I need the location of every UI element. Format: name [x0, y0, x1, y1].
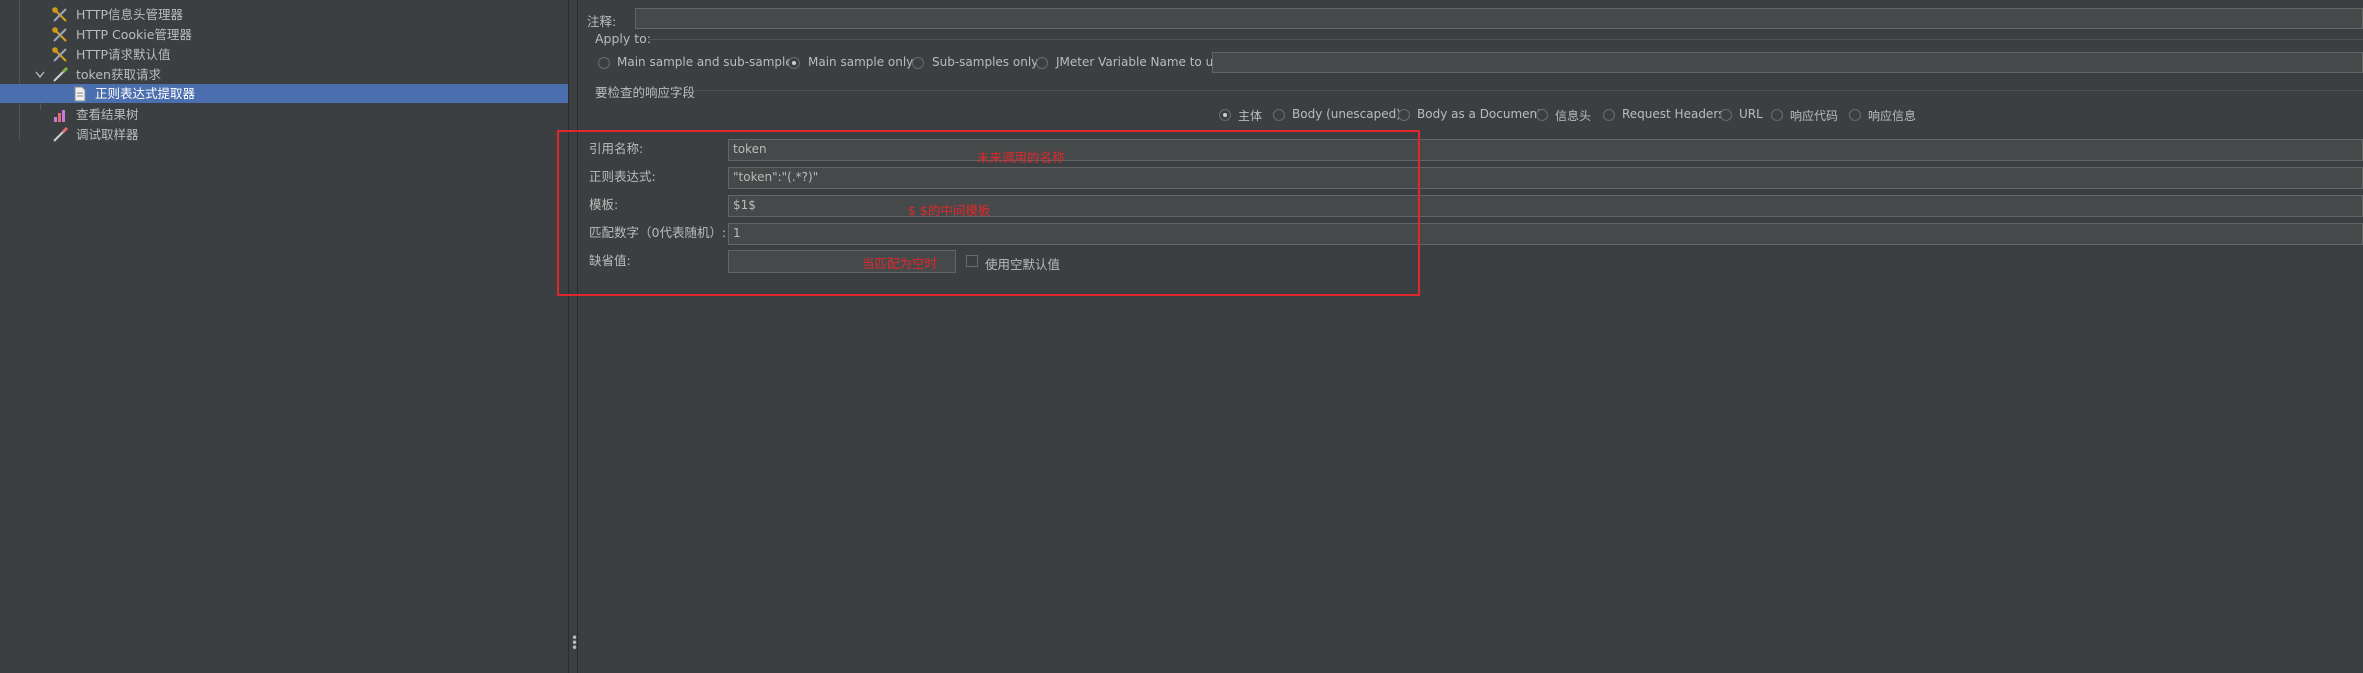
radio-main-and-sub[interactable] — [598, 57, 610, 69]
tree-item-label: token获取请求 — [76, 67, 161, 82]
radio-url-label: URL — [1739, 107, 1763, 121]
apply-to-title: Apply to: — [595, 31, 652, 46]
tree-item-label: HTTP信息头管理器 — [76, 7, 183, 22]
group-divider — [697, 90, 2363, 91]
radio-response-code-label: 响应代码 — [1790, 109, 1839, 123]
chart-icon — [54, 110, 65, 122]
comment-label: 注释: — [587, 14, 617, 29]
radio-url[interactable] — [1720, 109, 1732, 121]
group-divider — [648, 39, 2363, 40]
radio-response-message-label: 响应信息 — [1868, 109, 1917, 123]
template-annotation: $ $的中间模板 — [908, 203, 991, 218]
gear-icon — [34, 0, 50, 2]
tree-item-debug-sampler[interactable]: 调试取样器 — [0, 125, 568, 144]
radio-main-and-sub-label: Main sample and sub-samples — [617, 55, 799, 69]
radio-headers[interactable] — [1536, 109, 1548, 121]
radio-body-unescaped-label: Body (unescaped) — [1292, 107, 1401, 121]
radio-request-headers[interactable] — [1603, 109, 1615, 121]
chevron-down-icon[interactable] — [35, 71, 45, 79]
radio-response-code[interactable] — [1771, 109, 1783, 121]
radio-body-as-document[interactable] — [1398, 109, 1410, 121]
drag-handle-icon[interactable]: • • • — [571, 632, 578, 654]
radio-response-message[interactable] — [1849, 109, 1861, 121]
wrench-icon — [52, 47, 67, 62]
tree-item-label: HTTP Cookie管理器 — [76, 27, 192, 42]
radio-jmeter-variable[interactable] — [1036, 57, 1048, 69]
radio-main-only[interactable] — [788, 57, 800, 69]
tree-item-label: 调试取样器 — [76, 127, 139, 142]
pipette-icon — [53, 67, 68, 82]
tree-item-view-results-tree[interactable]: 查看结果树 — [0, 105, 568, 124]
pipette-icon — [53, 127, 68, 142]
radio-body[interactable] — [1219, 109, 1231, 121]
radio-body-as-document-label: Body as a Document — [1417, 107, 1542, 121]
tree-item-label: 正则表达式提取器 — [95, 86, 196, 101]
document-icon — [74, 86, 86, 102]
tree-item-token-request[interactable]: token获取请求 — [0, 65, 568, 84]
radio-request-headers-label: Request Headers — [1622, 107, 1725, 121]
radio-sub-only[interactable] — [912, 57, 924, 69]
tree-item-http-request-defaults[interactable]: HTTP请求默认值 — [0, 45, 568, 64]
tree-item-regex-extractor[interactable]: 正则表达式提取器 — [0, 84, 568, 103]
field-to-check-title: 要检查的响应字段 — [595, 85, 696, 100]
radio-body-unescaped[interactable] — [1273, 109, 1285, 121]
jmeter-variable-input[interactable] — [1212, 52, 2363, 73]
test-plan-tree: HTTP信息头管理器 HTTP Cookie管理器 HTTP请求默认值 toke… — [0, 0, 568, 673]
radio-jmeter-variable-label: JMeter Variable Name to use — [1056, 55, 1227, 69]
radio-body-label: 主体 — [1238, 109, 1263, 123]
panel-splitter[interactable]: • • • — [568, 0, 578, 673]
radio-main-only-label: Main sample only — [808, 55, 914, 69]
wrench-icon — [52, 7, 67, 22]
comment-input[interactable] — [635, 8, 2363, 29]
tree-item-label: HTTP请求默认值 — [76, 47, 171, 62]
radio-headers-label: 信息头 — [1555, 109, 1592, 123]
tree-item-http-header-manager[interactable]: HTTP信息头管理器 — [0, 5, 568, 24]
radio-sub-only-label: Sub-samples only — [932, 55, 1039, 69]
wrench-icon — [52, 27, 67, 42]
ref-name-annotation: 未来调用的名称 — [977, 150, 1065, 165]
tree-item-http-cookie-manager[interactable]: HTTP Cookie管理器 — [0, 25, 568, 44]
default-value-annotation: 当匹配为空时 — [862, 256, 938, 271]
tree-item-label: 查看结果树 — [76, 107, 139, 122]
